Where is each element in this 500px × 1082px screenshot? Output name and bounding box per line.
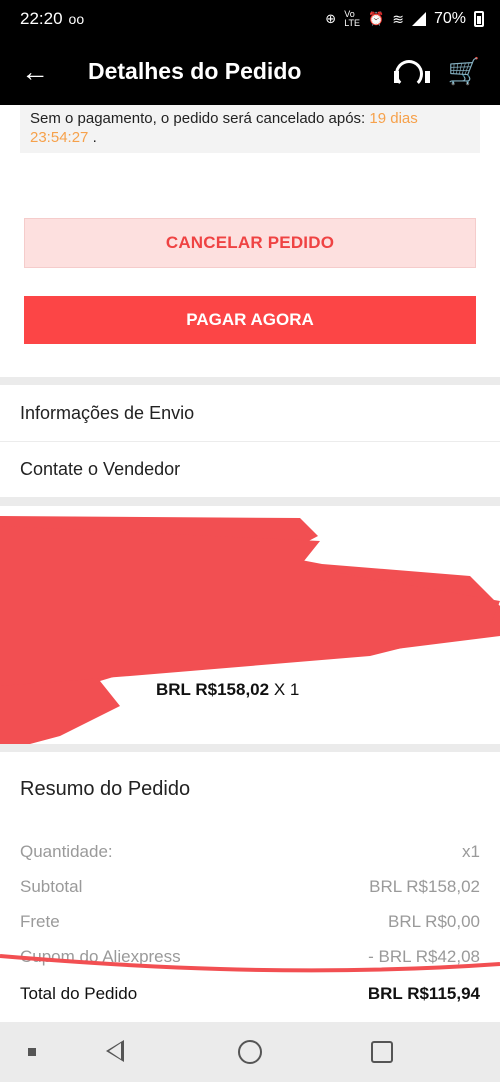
notice-suffix: . [92,129,97,146]
signal-icon [411,12,426,26]
product-price: BRL R$158,02 [156,680,270,699]
total-value: BRL R$115,94 [367,984,480,1003]
status-bar: 22:20 oo ⊕ Vo LTE ⏰ ≋ 70% [0,0,500,38]
nav-back-icon[interactable] [106,1040,124,1062]
alarm-icon: ⏰ [368,11,385,26]
app-bar: ← Detalhes do Pedido 🛒 [0,38,500,105]
order-actions-card: Sem o pagamento, o pedido será cancelado… [0,105,500,377]
summary-value: x1 [462,842,480,861]
status-time: 22:20 [20,9,63,28]
system-nav-bar [0,1022,500,1082]
shipping-info-link[interactable]: Informações de Envio [0,385,500,441]
product-item[interactable]: BRL R$158,02 X 1 [0,506,500,744]
summary-row-shipping: Frete BRL R$0,00 [20,912,480,932]
summary-label: Cupom do Aliexpress [20,947,181,966]
back-arrow-icon: ← [21,55,49,87]
notice-text: Sem o pagamento, o pedido será cancelado… [30,110,366,127]
contact-seller-link[interactable]: Contate o Vendedor [0,441,500,497]
product-quantity: X 1 [273,680,300,699]
volte-icon: Vo LTE [344,9,361,28]
nav-recents-icon[interactable] [371,1041,393,1063]
summary-value: - BRL R$42,08 [368,947,480,966]
data-saver-icon: ⊕ [325,11,337,26]
summary-row-total: Total do Pedido BRL R$115,94 [20,984,480,1004]
cancel-order-button[interactable]: CANCELAR PEDIDO [24,218,476,268]
redaction-scribble [0,516,500,744]
page-title: Detalhes do Pedido [88,58,302,84]
summary-label: Frete [20,912,60,931]
order-summary: Resumo do Pedido Quantidade: x1 Subtotal… [0,752,500,1022]
summary-row-coupon: Cupom do Aliexpress - BRL R$42,08 [20,947,480,967]
back-button[interactable]: ← [0,38,70,105]
total-label: Total do Pedido [20,984,138,1003]
pay-now-button[interactable]: PAGAR AGORA [24,296,476,344]
voicemail-icon: oo [68,11,85,27]
payment-notice: Sem o pagamento, o pedido será cancelado… [20,105,480,153]
summary-value: BRL R$0,00 [388,912,480,931]
battery-percent: 70% [433,10,466,27]
summary-label: Subtotal [20,877,83,896]
nav-home-icon[interactable] [238,1040,262,1064]
headset-icon[interactable] [392,57,430,88]
summary-title: Resumo do Pedido [20,778,191,800]
wifi-icon: ≋ [392,10,404,27]
cart-icon[interactable]: 🛒 [448,56,480,87]
summary-row-quantity: Quantidade: x1 [20,842,480,862]
summary-label: Quantidade: [20,842,113,861]
nav-menu-icon[interactable] [28,1048,36,1056]
product-price-line: BRL R$158,02 X 1 [156,680,299,700]
summary-value: BRL R$158,02 [369,877,480,896]
order-links: Informações de Envio Contate o Vendedor [0,385,500,497]
battery-icon [474,11,484,27]
summary-row-subtotal: Subtotal BRL R$158,02 [20,877,480,897]
